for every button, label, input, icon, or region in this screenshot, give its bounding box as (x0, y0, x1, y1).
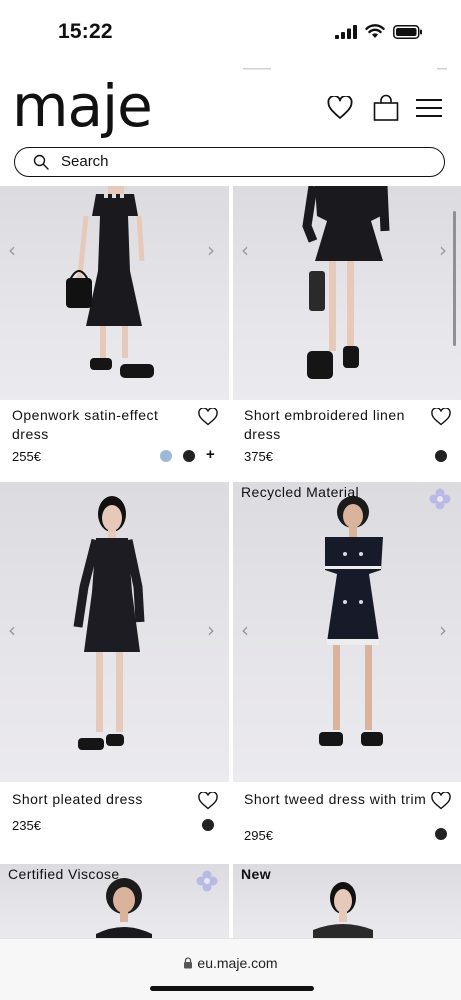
status-bar: 15:22 (0, 0, 461, 64)
wishlist-button[interactable] (324, 92, 356, 124)
browser-bar: eu.maje.com (0, 938, 461, 1000)
product-price: 255€ (12, 449, 41, 464)
status-time: 15:22 (58, 20, 113, 43)
hamburger-icon (416, 99, 442, 117)
flower-icon (429, 488, 451, 510)
brand-logo[interactable]: maje (12, 77, 153, 135)
color-swatch[interactable] (160, 450, 172, 462)
signal-icon (335, 24, 357, 39)
model-figure (66, 186, 154, 378)
next-image-arrow[interactable]: › (439, 618, 447, 642)
next-image-arrow[interactable]: › (439, 238, 447, 262)
product-image[interactable]: New (233, 864, 461, 944)
product-card[interactable]: Recycled Material ‹ › Short tweed dress … (233, 482, 461, 862)
product-card[interactable]: Certified Viscose (0, 864, 229, 944)
wifi-icon (365, 24, 385, 38)
product-card[interactable]: ‹ › Short pleated dress 235€ (0, 482, 229, 862)
prev-image-arrow[interactable]: ‹ (241, 618, 249, 642)
product-image[interactable]: Certified Viscose (0, 864, 229, 944)
product-price: 235€ (12, 818, 41, 833)
flower-icon (196, 870, 218, 892)
address-bar[interactable]: eu.maje.com (0, 955, 461, 971)
product-name[interactable]: Short pleated dress (12, 790, 192, 809)
next-image-arrow[interactable]: › (207, 618, 215, 642)
product-tag: New (241, 866, 271, 882)
scrollbar[interactable] (453, 211, 456, 346)
color-swatch[interactable] (202, 819, 214, 831)
product-price: 375€ (244, 449, 273, 464)
menu-button[interactable] (413, 92, 445, 124)
url-text: eu.maje.com (197, 955, 278, 971)
search-bar[interactable]: Search (14, 147, 445, 177)
heart-icon[interactable] (198, 408, 218, 426)
search-placeholder: Search (61, 153, 109, 170)
heart-icon[interactable] (198, 792, 218, 810)
product-image[interactable]: ‹ › (0, 186, 229, 400)
model-figure (73, 496, 145, 750)
color-swatch[interactable] (435, 828, 447, 840)
product-price: 295€ (244, 828, 273, 843)
prev-image-arrow[interactable]: ‹ (8, 618, 16, 642)
status-icons (335, 24, 423, 39)
heart-icon[interactable] (431, 408, 451, 426)
model-figure (319, 496, 383, 746)
bag-icon (373, 94, 399, 121)
product-image[interactable]: ‹ › (233, 186, 461, 400)
more-colors-button[interactable]: + (206, 446, 215, 463)
product-name[interactable]: Short embroidered linen dress (244, 406, 434, 444)
product-card[interactable]: ‹ › Short embroidered linen dress 375€ (233, 186, 461, 481)
battery-icon (393, 24, 422, 39)
next-image-arrow[interactable]: › (207, 238, 215, 262)
product-tag: Certified Viscose (8, 866, 120, 882)
search-icon (33, 154, 49, 170)
lock-icon (184, 957, 193, 969)
product-tag: Recycled Material (241, 484, 360, 500)
model-figure (302, 186, 390, 379)
product-name[interactable]: Short tweed dress with trim (244, 790, 434, 809)
product-card[interactable]: New (233, 864, 461, 944)
product-image[interactable]: Recycled Material ‹ › (233, 482, 461, 782)
heart-icon (327, 96, 353, 119)
color-swatch[interactable] (183, 450, 195, 462)
heart-icon[interactable] (431, 792, 451, 810)
product-card[interactable]: ‹ › Openwork satin-effect dress 255€ + (0, 186, 229, 481)
color-swatch[interactable] (435, 450, 447, 462)
product-name[interactable]: Openwork satin-effect dress (12, 406, 192, 444)
home-indicator[interactable] (150, 986, 314, 991)
cart-button[interactable] (370, 92, 402, 124)
product-image[interactable]: ‹ › (0, 482, 229, 782)
prev-image-arrow[interactable]: ‹ (241, 238, 249, 262)
prev-image-arrow[interactable]: ‹ (8, 238, 16, 262)
